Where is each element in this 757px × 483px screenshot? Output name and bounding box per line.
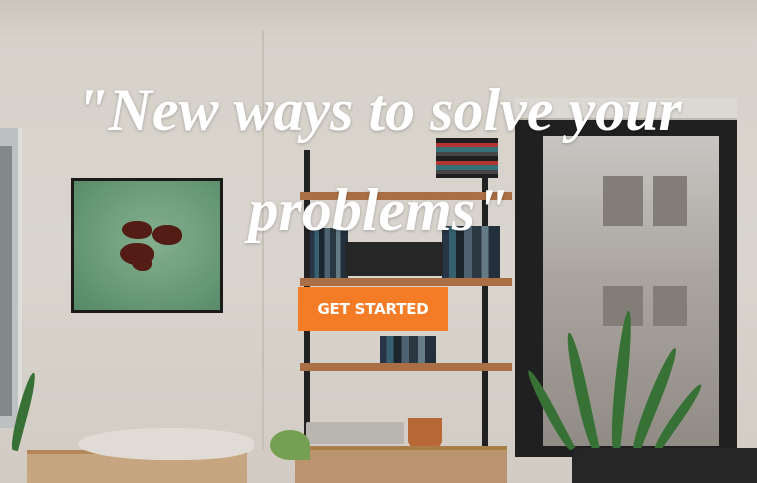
get-started-button[interactable]: GET STARTED: [298, 287, 448, 331]
hero-section: "New ways to solve your problems" GET ST…: [0, 0, 757, 483]
hero-headline: "New ways to solve your problems": [75, 77, 682, 243]
